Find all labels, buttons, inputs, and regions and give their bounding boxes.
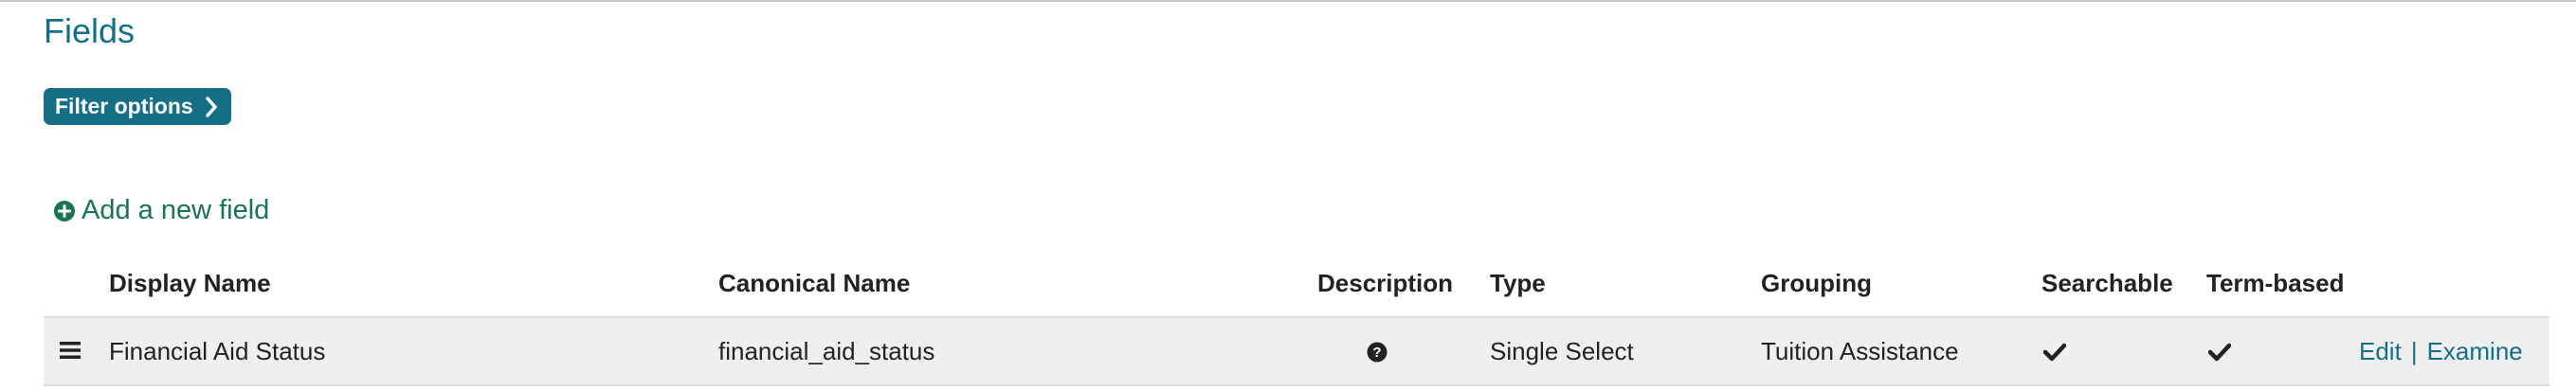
question-circle-icon[interactable]: ?: [1367, 342, 1388, 367]
checkmark-icon: [2042, 343, 2067, 366]
svg-text:?: ?: [1372, 345, 1381, 361]
cell-grouping: Tuition Assistance: [1761, 337, 1959, 365]
examine-link[interactable]: Examine: [2427, 337, 2523, 365]
page-title: Fields: [44, 11, 136, 50]
checkmark-icon: [2207, 343, 2232, 366]
column-header-term-based: Term-based: [2206, 269, 2345, 297]
table-row: Financial Aid Status financial_aid_statu…: [44, 318, 2549, 386]
row-actions: Edit | Examine: [2359, 337, 2523, 366]
edit-link[interactable]: Edit: [2359, 337, 2402, 365]
filter-options-label: Filter options: [55, 94, 193, 118]
chevron-right-icon: [205, 96, 218, 117]
filter-options-button[interactable]: Filter options: [44, 88, 231, 125]
column-header-canonical-name: Canonical Name: [718, 269, 911, 297]
cell-type: Single Select: [1490, 337, 1634, 365]
cell-display-name: Financial Aid Status: [109, 337, 326, 365]
column-header-searchable: Searchable: [2041, 269, 2173, 297]
action-separator: |: [2410, 337, 2418, 365]
table-header: Display Name Canonical Name Description …: [44, 250, 2549, 318]
fields-table: Display Name Canonical Name Description …: [44, 250, 2549, 386]
add-new-field-link[interactable]: Add a new field: [53, 195, 269, 226]
cell-canonical-name: financial_aid_status: [718, 337, 935, 365]
column-header-description: Description: [1317, 269, 1454, 297]
column-header-grouping: Grouping: [1761, 269, 1872, 297]
drag-handle-icon[interactable]: [59, 341, 82, 364]
add-new-field-label: Add a new field: [82, 195, 270, 225]
plus-circle-icon: [53, 200, 76, 222]
column-header-display-name: Display Name: [109, 269, 271, 297]
column-header-type: Type: [1490, 269, 1546, 297]
